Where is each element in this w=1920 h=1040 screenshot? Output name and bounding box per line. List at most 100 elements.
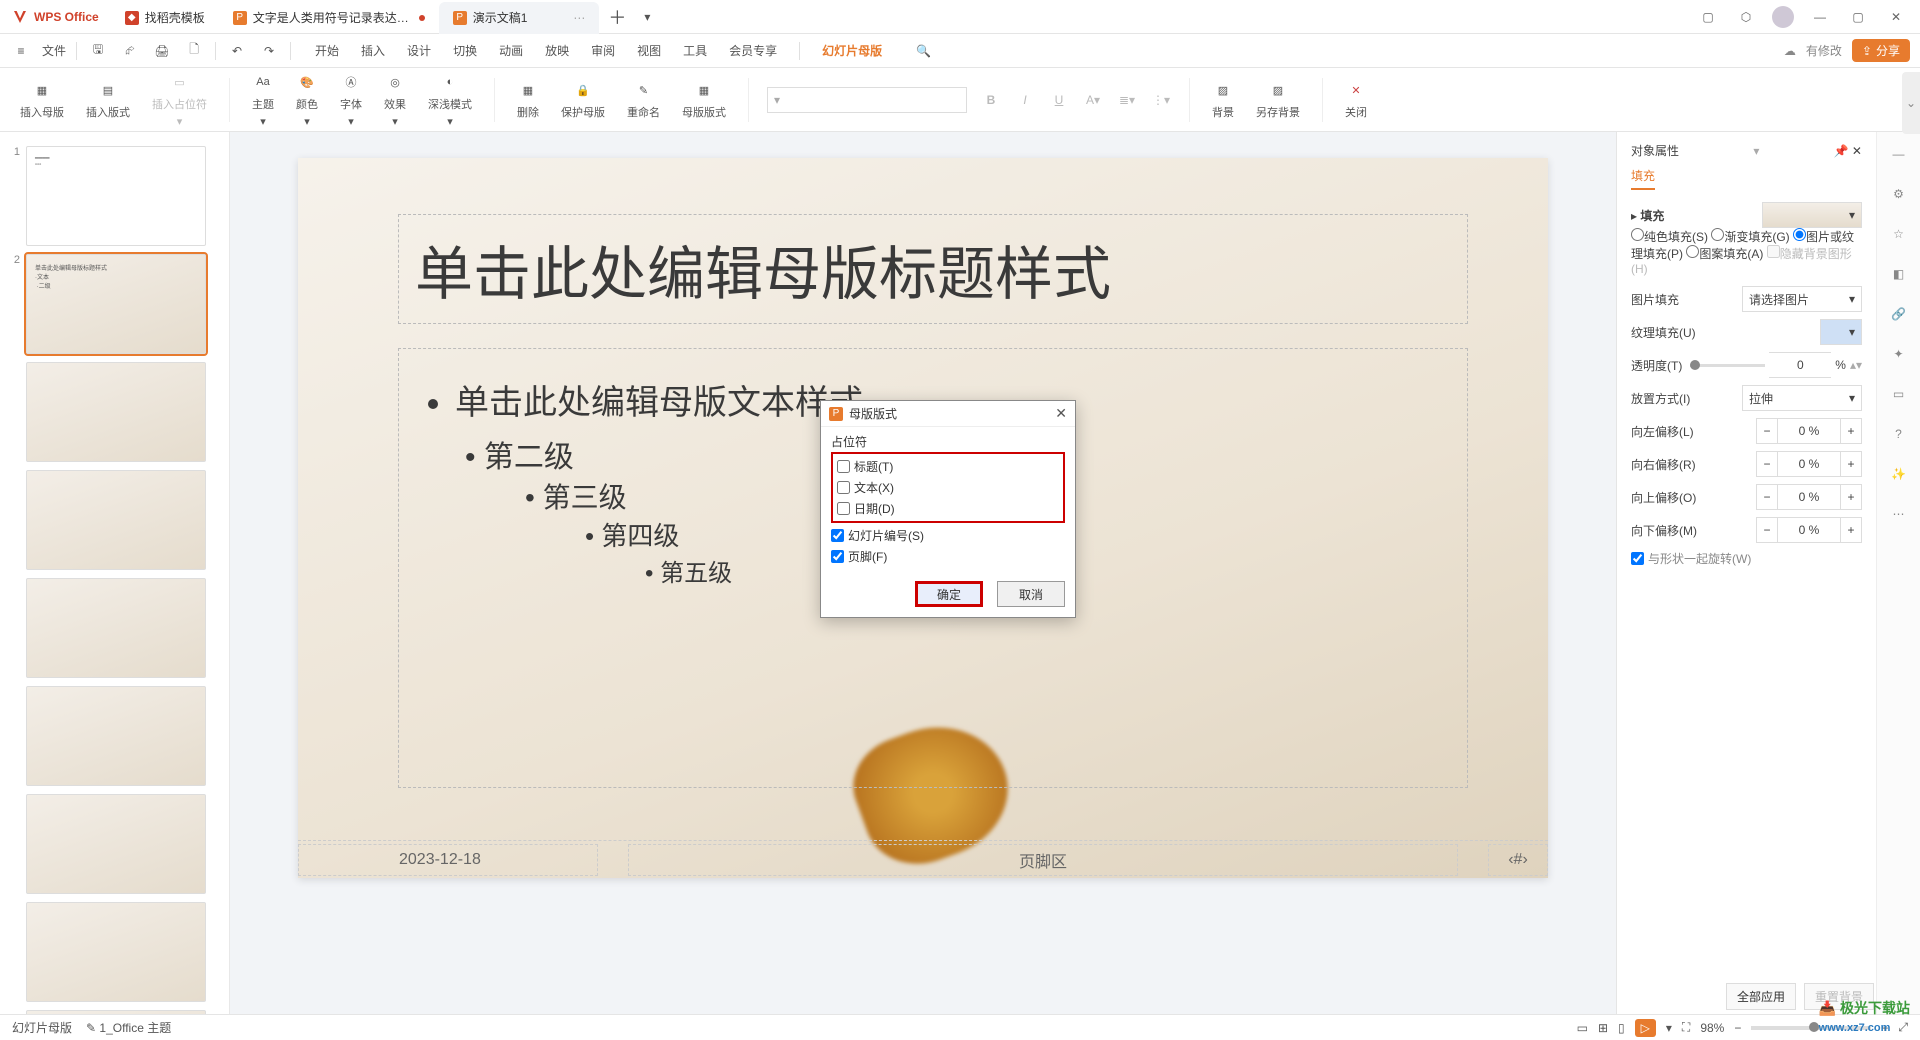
thumb-layout-selected[interactable]: 2 单击此处编辑母版标题样式·文本 ·二级 <box>0 250 229 358</box>
search-icon[interactable]: 🔍 <box>916 44 931 58</box>
collapse-ribbon-button[interactable]: ⌄ <box>1902 72 1920 134</box>
tab-insert[interactable]: 插入 <box>361 42 385 60</box>
star-icon[interactable]: ☆ <box>1887 222 1911 246</box>
insert-master-button[interactable]: ▦插入母版 <box>16 79 68 120</box>
chk-text[interactable]: 文本(X) <box>837 477 1059 498</box>
avatar[interactable] <box>1772 6 1794 28</box>
add-tab-button[interactable]: ＋ <box>605 5 629 29</box>
tab-view[interactable]: 视图 <box>637 42 661 60</box>
dialog-ok-button[interactable]: 确定 <box>915 581 983 607</box>
export-icon[interactable]: ⮳ <box>119 40 141 62</box>
reader-icon[interactable]: ▢ <box>1696 5 1720 29</box>
tile-select[interactable]: 拉伸▾ <box>1742 385 1862 411</box>
redo-icon[interactable]: ↷ <box>258 40 280 62</box>
tab-menu-button[interactable]: ▾ <box>635 5 659 29</box>
dialog-close-button[interactable]: ✕ <box>1055 405 1067 422</box>
print-icon[interactable]: 🖨 <box>151 40 173 62</box>
more-icon[interactable]: ⋯ <box>1887 502 1911 526</box>
chk-slideno[interactable]: 幻灯片编号(S) <box>831 525 1065 546</box>
insert-layout-button[interactable]: ▤插入版式 <box>82 79 134 120</box>
maximize-button[interactable]: ▢ <box>1846 5 1870 29</box>
picfill-select[interactable]: 请选择图片▾ <box>1742 286 1862 312</box>
thumb-image[interactable] <box>26 1010 206 1014</box>
thumb-image[interactable] <box>26 470 206 570</box>
tab-animation[interactable]: 动画 <box>499 42 523 60</box>
thumb-layout[interactable] <box>0 1006 229 1014</box>
thumb-image[interactable] <box>26 686 206 786</box>
thumb-layout[interactable] <box>0 682 229 790</box>
hamburger-icon[interactable]: ≡ <box>10 40 32 62</box>
delete-button[interactable]: ▦删除 <box>513 79 543 120</box>
adjust-icon[interactable]: ⚙ <box>1887 182 1911 206</box>
footer-placeholder[interactable]: 页脚区 <box>628 844 1458 876</box>
help-icon[interactable]: ? <box>1887 422 1911 446</box>
zoom-value[interactable]: 98% <box>1700 1021 1724 1035</box>
cube-icon[interactable]: ⬡ <box>1734 5 1758 29</box>
zoom-out-button[interactable]: − <box>1734 1021 1741 1035</box>
tab-design[interactable]: 设计 <box>407 42 431 60</box>
preview-icon[interactable]: 🗋 <box>183 40 205 62</box>
view-sorter-icon[interactable]: ⊞ <box>1598 1021 1608 1035</box>
fill-gradient[interactable]: 渐变填充(G) <box>1711 230 1789 244</box>
thumbnail-pane[interactable]: 1 ━━━━▫▫▫ 2 单击此处编辑母版标题样式·文本 ·二级 <box>0 132 230 1014</box>
effects-button[interactable]: ◎效果▾ <box>380 71 410 128</box>
texfill-select[interactable]: ▾ <box>1820 319 1862 345</box>
chk-footer[interactable]: 页脚(F) <box>831 546 1065 567</box>
numbering-button[interactable]: ⋮▾ <box>1151 90 1171 110</box>
wand-icon[interactable]: ✦ <box>1887 342 1911 366</box>
offr-stepper[interactable]: −0 %+ <box>1756 451 1862 477</box>
file-menu[interactable]: 文件 <box>42 42 66 59</box>
layers-icon[interactable]: ◧ <box>1887 262 1911 286</box>
pin-icon[interactable]: 📌 ✕ <box>1834 144 1862 158</box>
offb-stepper[interactable]: −0 %+ <box>1756 517 1862 543</box>
fill-solid[interactable]: 纯色填充(S) <box>1631 230 1708 244</box>
ai-icon[interactable]: ✨ <box>1887 462 1911 486</box>
dialog-titlebar[interactable]: P 母版版式 ✕ <box>821 401 1075 427</box>
tab-transition[interactable]: 切换 <box>453 42 477 60</box>
tab-review[interactable]: 审阅 <box>591 42 615 60</box>
date-placeholder[interactable]: 2023-12-18 <box>298 844 598 876</box>
fill-pattern[interactable]: 图案填充(A) <box>1686 247 1763 261</box>
thumb-layout[interactable] <box>0 574 229 682</box>
rotate-check[interactable]: 与形状一起旋转(W) <box>1631 550 1862 567</box>
thumb-layout[interactable] <box>0 466 229 574</box>
changes-label[interactable]: 有修改 <box>1806 42 1842 59</box>
tab-member[interactable]: 会员专享 <box>729 42 777 60</box>
font-dropdown[interactable]: ▾ <box>767 87 967 113</box>
underline-button[interactable]: U <box>1049 90 1069 110</box>
thumb-layout[interactable] <box>0 898 229 1006</box>
theme-button[interactable]: Aa主题▾ <box>248 71 278 128</box>
number-placeholder[interactable]: ‹#› <box>1488 844 1548 876</box>
thumb-master[interactable]: 1 ━━━━▫▫▫ <box>0 142 229 250</box>
share-button[interactable]: ⇪分享 <box>1852 39 1910 62</box>
thumb-layout[interactable] <box>0 790 229 898</box>
opacity-stepper[interactable]: 0 <box>1769 352 1831 378</box>
book-icon[interactable]: ▭ <box>1887 382 1911 406</box>
chk-title[interactable]: 标题(T) <box>837 456 1059 477</box>
doc-tab-presentation[interactable]: P 演示文稿1 ⋯ <box>439 2 600 34</box>
close-master-button[interactable]: ✕关闭 <box>1341 79 1371 120</box>
link-icon[interactable]: 🔗 <box>1887 302 1911 326</box>
fill-preview[interactable]: ▾ <box>1762 202 1862 228</box>
cloud-icon[interactable]: ☁ <box>1784 44 1796 58</box>
insert-placeholder-button[interactable]: ▭插入占位符▾ <box>148 71 211 128</box>
tab-start[interactable]: 开始 <box>315 42 339 60</box>
doc-tab-templates[interactable]: ◆ 找稻壳模板 <box>111 2 219 34</box>
background-button[interactable]: ▨背景 <box>1208 79 1238 120</box>
thumb-image[interactable] <box>26 578 206 678</box>
thumb-image[interactable] <box>26 794 206 894</box>
apply-all-button[interactable]: 全部应用 <box>1726 983 1796 1010</box>
thumb-image[interactable] <box>26 362 206 462</box>
view-normal-icon[interactable]: ▭ <box>1577 1021 1588 1035</box>
font-color-button[interactable]: A▾ <box>1083 90 1103 110</box>
darkmode-button[interactable]: ◐深浅模式▾ <box>424 71 476 128</box>
dialog-cancel-button[interactable]: 取消 <box>997 581 1065 607</box>
minimize-button[interactable]: — <box>1808 5 1832 29</box>
save-bg-button[interactable]: ▨另存背景 <box>1252 79 1304 120</box>
save-icon[interactable]: 🖫 <box>87 40 109 62</box>
protect-button[interactable]: 🔒保护母版 <box>557 79 609 120</box>
fonts-button[interactable]: Ⓐ字体▾ <box>336 71 366 128</box>
fit-icon[interactable]: ⛶ <box>1682 1020 1690 1035</box>
colors-button[interactable]: 🎨颜色▾ <box>292 71 322 128</box>
chk-date[interactable]: 日期(D) <box>837 498 1059 519</box>
